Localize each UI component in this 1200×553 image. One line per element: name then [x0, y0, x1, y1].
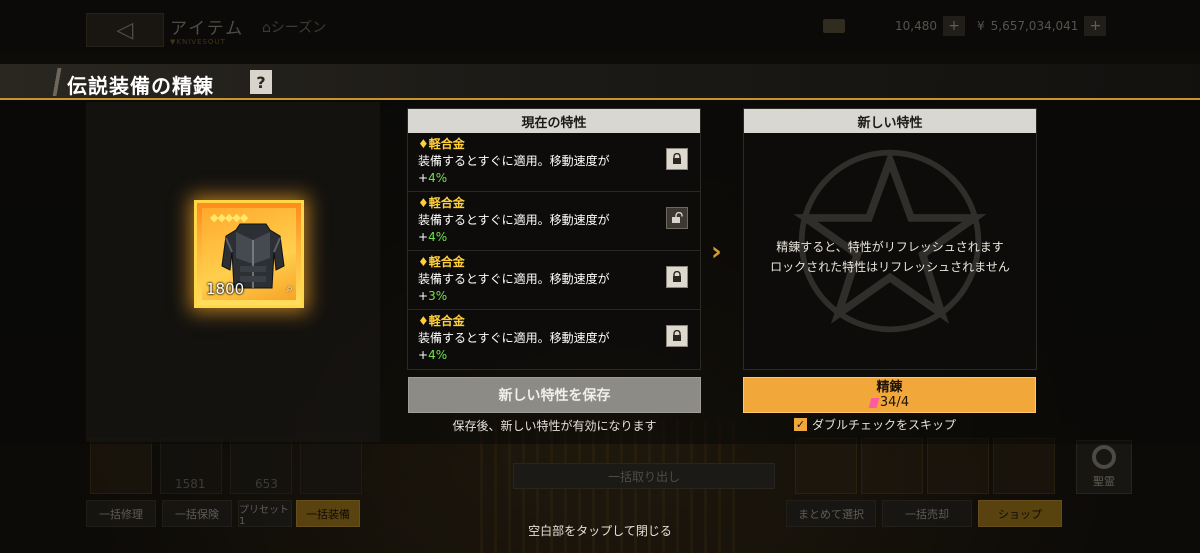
current-traits-panel: 現在の特性 ♦軽合金 装備するとすぐに適用。移動速度が +4% ♦軽合金 装備す… [407, 108, 701, 370]
trait-lock-toggle[interactable] [666, 325, 688, 347]
unlocked-padlock-icon [672, 212, 683, 223]
refine-label: 精錬 [876, 380, 903, 395]
save-new-traits-button[interactable]: 新しい特性を保存 [408, 377, 701, 413]
skip-double-check-label: ダブルチェックをスキップ [812, 418, 957, 432]
refine-cost: 34/4 [868, 395, 909, 410]
trait-name: ♦軽合金 [418, 137, 465, 151]
refine-info-message: 精錬すると、特性がリフレッシュされます ロックされた特性はリフレッシュされません [770, 240, 1010, 274]
trait-row: ♦軽合金 装備するとすぐに適用。移動速度が +4% [408, 310, 700, 369]
trait-value: +3% [418, 289, 448, 303]
save-note: 保存後、新しい特性が有効になります [452, 419, 657, 433]
trait-row: ♦軽合金 装備するとすぐに適用。移動速度が +4% [408, 192, 700, 251]
trait-name: ♦軽合金 [418, 314, 465, 328]
legendary-item-card[interactable]: ◆◆◆◆◆ 1800 ⌕ [194, 200, 304, 308]
skip-double-check-checkbox[interactable]: ✓ [794, 418, 807, 431]
trait-value: +4% [418, 171, 448, 185]
item-card-inner: ◆◆◆◆◆ 1800 ⌕ [202, 208, 296, 300]
refine-stone-icon [868, 397, 880, 408]
locked-padlock-icon [673, 271, 681, 282]
trait-row: ♦軽合金 装備するとすぐに適用。移動速度が +3% [408, 251, 700, 310]
trait-lock-toggle[interactable] [666, 207, 688, 229]
new-traits-header: 新しい特性 [744, 109, 1036, 133]
skip-double-check-row[interactable]: ✓ ダブルチェックをスキップ [794, 416, 956, 433]
trait-name: ♦軽合金 [418, 255, 465, 269]
locked-padlock-icon [673, 153, 681, 164]
new-traits-panel: 新しい特性 精錬すると、特性がリフレッシュされます ロックされた特性はリフレッシ… [743, 108, 1037, 370]
help-button[interactable]: ? [250, 70, 272, 94]
trait-lock-toggle[interactable] [666, 266, 688, 288]
chevron-right-icon: › [711, 237, 722, 267]
locked-padlock-icon [673, 330, 681, 341]
trait-name: ♦軽合金 [418, 196, 465, 210]
item-power-value: 1800 [206, 280, 245, 298]
trait-value: +4% [418, 348, 448, 362]
trait-row: ♦軽合金 装備するとすぐに適用。移動速度が +4% [408, 133, 700, 192]
trait-description: 装備するとすぐに適用。移動速度が [418, 154, 610, 168]
header-slash-decoration [50, 68, 64, 96]
trait-value: +4% [418, 230, 448, 244]
current-traits-header: 現在の特性 [408, 109, 700, 133]
trait-description: 装備するとすぐに適用。移動速度が [418, 331, 610, 345]
trait-description: 装備するとすぐに適用。移動速度が [418, 272, 610, 286]
refine-button[interactable]: 精錬 34/4 [743, 377, 1036, 413]
trait-description: 装備するとすぐに適用。移動速度が [418, 213, 610, 227]
tap-to-close-hint: 空白部をタップして閉じる [528, 524, 672, 538]
modal-title: 伝説装備の精錬 [67, 74, 214, 98]
zoom-icon[interactable]: ⌕ [286, 281, 293, 296]
trait-lock-toggle[interactable] [666, 148, 688, 170]
